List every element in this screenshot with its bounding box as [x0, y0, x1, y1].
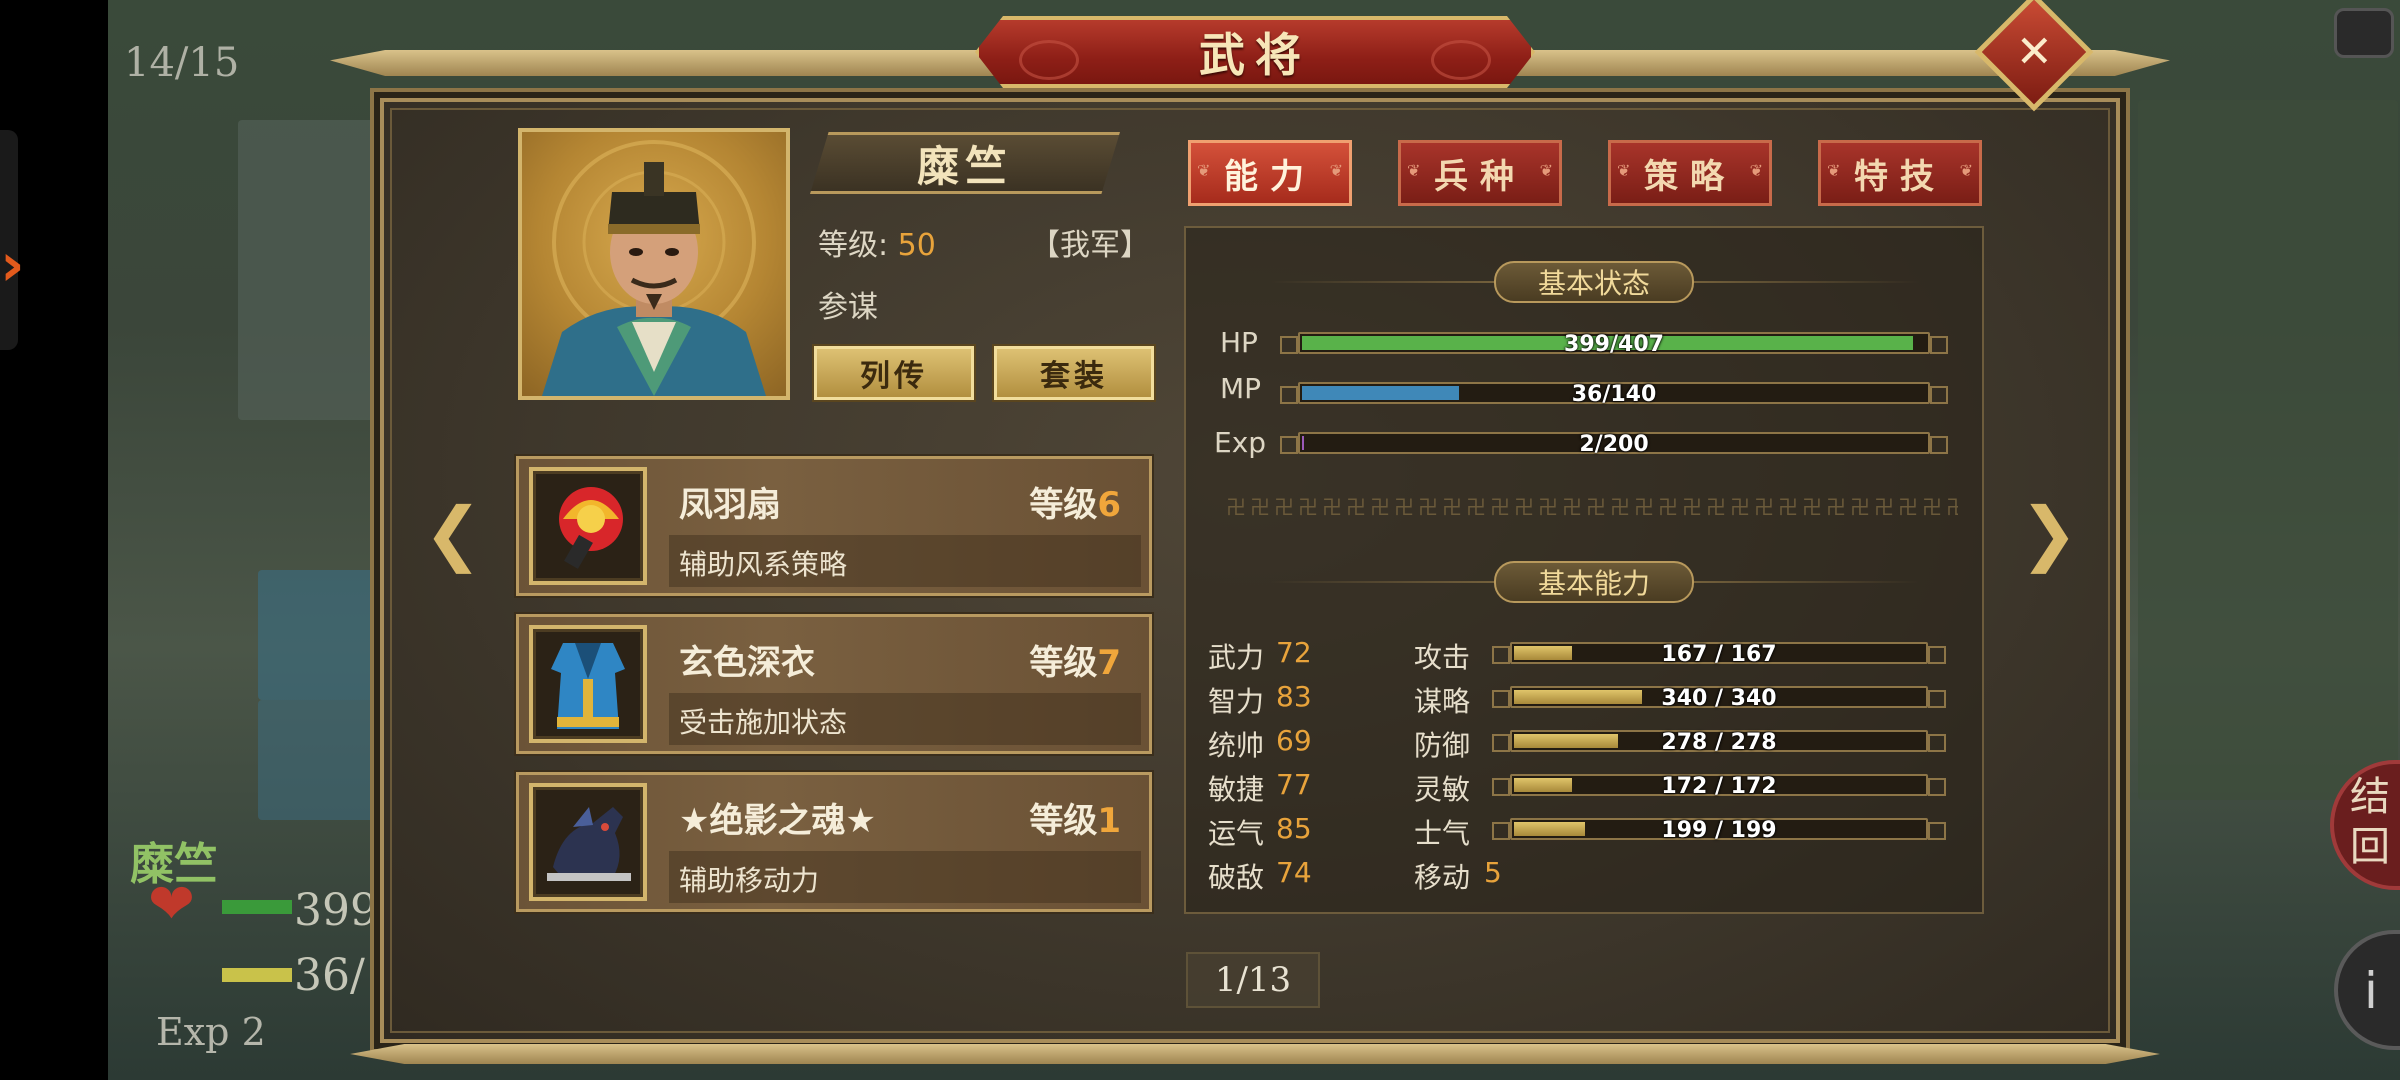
faction-label: 【我军】	[1030, 228, 1150, 263]
chevron-right-icon: ❯	[2019, 492, 2079, 574]
heart-icon: ❤	[148, 872, 195, 937]
menu-button[interactable]	[2334, 8, 2394, 58]
mp-bar-text: 36/140	[1571, 382, 1657, 407]
close-icon: ✕	[2015, 26, 2053, 77]
unit-hp-text: 399/	[294, 885, 393, 936]
unit-mp-text: 36/1	[294, 950, 393, 1001]
item-desc: 受击施加状态	[679, 706, 848, 739]
item-desc: 辅助移动力	[679, 864, 820, 897]
dialog-title-plate: 武将	[975, 16, 1535, 88]
item-name: ★绝影之魂★	[679, 801, 876, 841]
item-card-fan[interactable]: 凤羽扇 等级6 辅助风系策略	[516, 456, 1152, 596]
mp-label: MP	[1220, 372, 1262, 405]
defense-bar-text: 278 / 278	[1661, 730, 1777, 755]
turn-counter: 14/15	[124, 40, 240, 86]
page-indicator: 1/13	[1186, 952, 1320, 1008]
item-card-robe[interactable]: 玄色深衣 等级7 受击施加状态	[516, 614, 1152, 754]
derived-name: 灵敏	[1414, 773, 1471, 806]
attr-value: 85	[1276, 812, 1312, 845]
exp-bar-text: 2/200	[1579, 432, 1649, 457]
equip-set-button[interactable]: 套装	[994, 346, 1154, 400]
exp-bar: 2/200	[1280, 432, 1948, 457]
morale-bar: 199 / 199	[1492, 818, 1946, 843]
item-name: 凤羽扇	[679, 485, 781, 525]
mp-bar: 36/140	[1280, 382, 1948, 407]
side-handle[interactable]: ›	[0, 130, 25, 350]
item-desc: 辅助风系策略	[679, 548, 848, 581]
dark-robe-icon	[529, 625, 647, 743]
hp-label: HP	[1220, 326, 1258, 359]
attr-name: 运气	[1208, 817, 1265, 850]
strategy-bar-text: 340 / 340	[1661, 686, 1777, 711]
attr-name: 武力	[1208, 641, 1265, 674]
next-general-button[interactable]: ❯	[2020, 492, 2079, 574]
agility-bar: 172 / 172	[1492, 774, 1946, 799]
hp-bar-text: 399/407	[1564, 332, 1664, 357]
swirl-ornament	[1431, 40, 1491, 80]
level-value: 50	[897, 228, 936, 263]
attr-value: 74	[1276, 856, 1312, 889]
item-name: 玄色深衣	[679, 643, 815, 683]
unit-mp-bar	[222, 968, 292, 982]
item-card-horse[interactable]: ★绝影之魂★ 等级1 辅助移动力	[516, 772, 1152, 912]
defense-bar: 278 / 278	[1492, 730, 1946, 755]
dialog-title: 武将	[1199, 28, 1311, 82]
jueying-horse-icon	[529, 783, 647, 901]
attr-name: 敏捷	[1208, 773, 1265, 806]
attr-value: 77	[1276, 768, 1312, 801]
chevron-left-icon: ❮	[423, 492, 483, 574]
level-label: 等级:	[818, 228, 889, 263]
attr-name: 破敌	[1208, 861, 1265, 894]
exp-label: Exp	[1214, 426, 1267, 459]
attr-name: 智力	[1208, 685, 1265, 718]
general-name-plate: 糜竺	[810, 132, 1120, 194]
attr-value: 83	[1276, 680, 1312, 713]
unit-exp-text: Exp 2	[156, 1010, 266, 1054]
attr-name: 统帅	[1208, 729, 1265, 762]
derived-name: 防御	[1414, 729, 1471, 762]
item-level: 等级1	[1029, 801, 1121, 841]
role-label: 参谋	[818, 290, 878, 325]
morale-bar-text: 199 / 199	[1661, 818, 1777, 843]
biography-button[interactable]: 列传	[814, 346, 974, 400]
derived-name: 攻击	[1414, 641, 1471, 674]
agility-bar-text: 172 / 172	[1661, 774, 1777, 799]
attack-bar-text: 167 / 167	[1661, 642, 1777, 667]
derived-name: 士气	[1414, 817, 1471, 850]
derived-name: 谋略	[1414, 685, 1471, 718]
swirl-ornament	[1019, 40, 1079, 80]
chevron-icon: ›	[0, 230, 25, 300]
general-level: 等级: 50	[818, 220, 936, 264]
general-name: 糜竺	[916, 141, 1013, 191]
tab-troop-type[interactable]: 兵种	[1398, 140, 1562, 206]
item-level: 等级7	[1029, 643, 1121, 683]
move-label: 移动	[1414, 861, 1471, 894]
prev-general-button[interactable]: ❮	[424, 492, 483, 574]
unit-hp-bar	[222, 900, 292, 914]
attr-value: 69	[1276, 724, 1312, 757]
move-value: 5	[1484, 856, 1502, 889]
strategy-bar: 340 / 340	[1492, 686, 1946, 711]
tab-skill[interactable]: 特技	[1818, 140, 1982, 206]
attack-bar: 167 / 167	[1492, 642, 1946, 667]
item-level: 等级6	[1029, 485, 1121, 525]
hp-bar: 399/407	[1280, 332, 1948, 357]
ornamental-divider: 卍卍卍卍卍卍卍卍卍卍卍卍卍卍卍卍卍卍卍卍卍卍卍卍卍卍卍卍卍卍卍卍卍卍卍卍卍卍卍卍	[1226, 498, 1958, 516]
attr-value: 72	[1276, 636, 1312, 669]
phoenix-fan-icon	[529, 467, 647, 585]
tab-ability[interactable]: 能力	[1188, 140, 1352, 206]
frame-bottom-rail	[350, 1044, 2160, 1064]
tab-strategy[interactable]: 策略	[1608, 140, 1772, 206]
basic-status-header: 基本状态	[1494, 261, 1694, 303]
basic-ability-header: 基本能力	[1494, 561, 1694, 603]
general-portrait	[518, 128, 790, 400]
